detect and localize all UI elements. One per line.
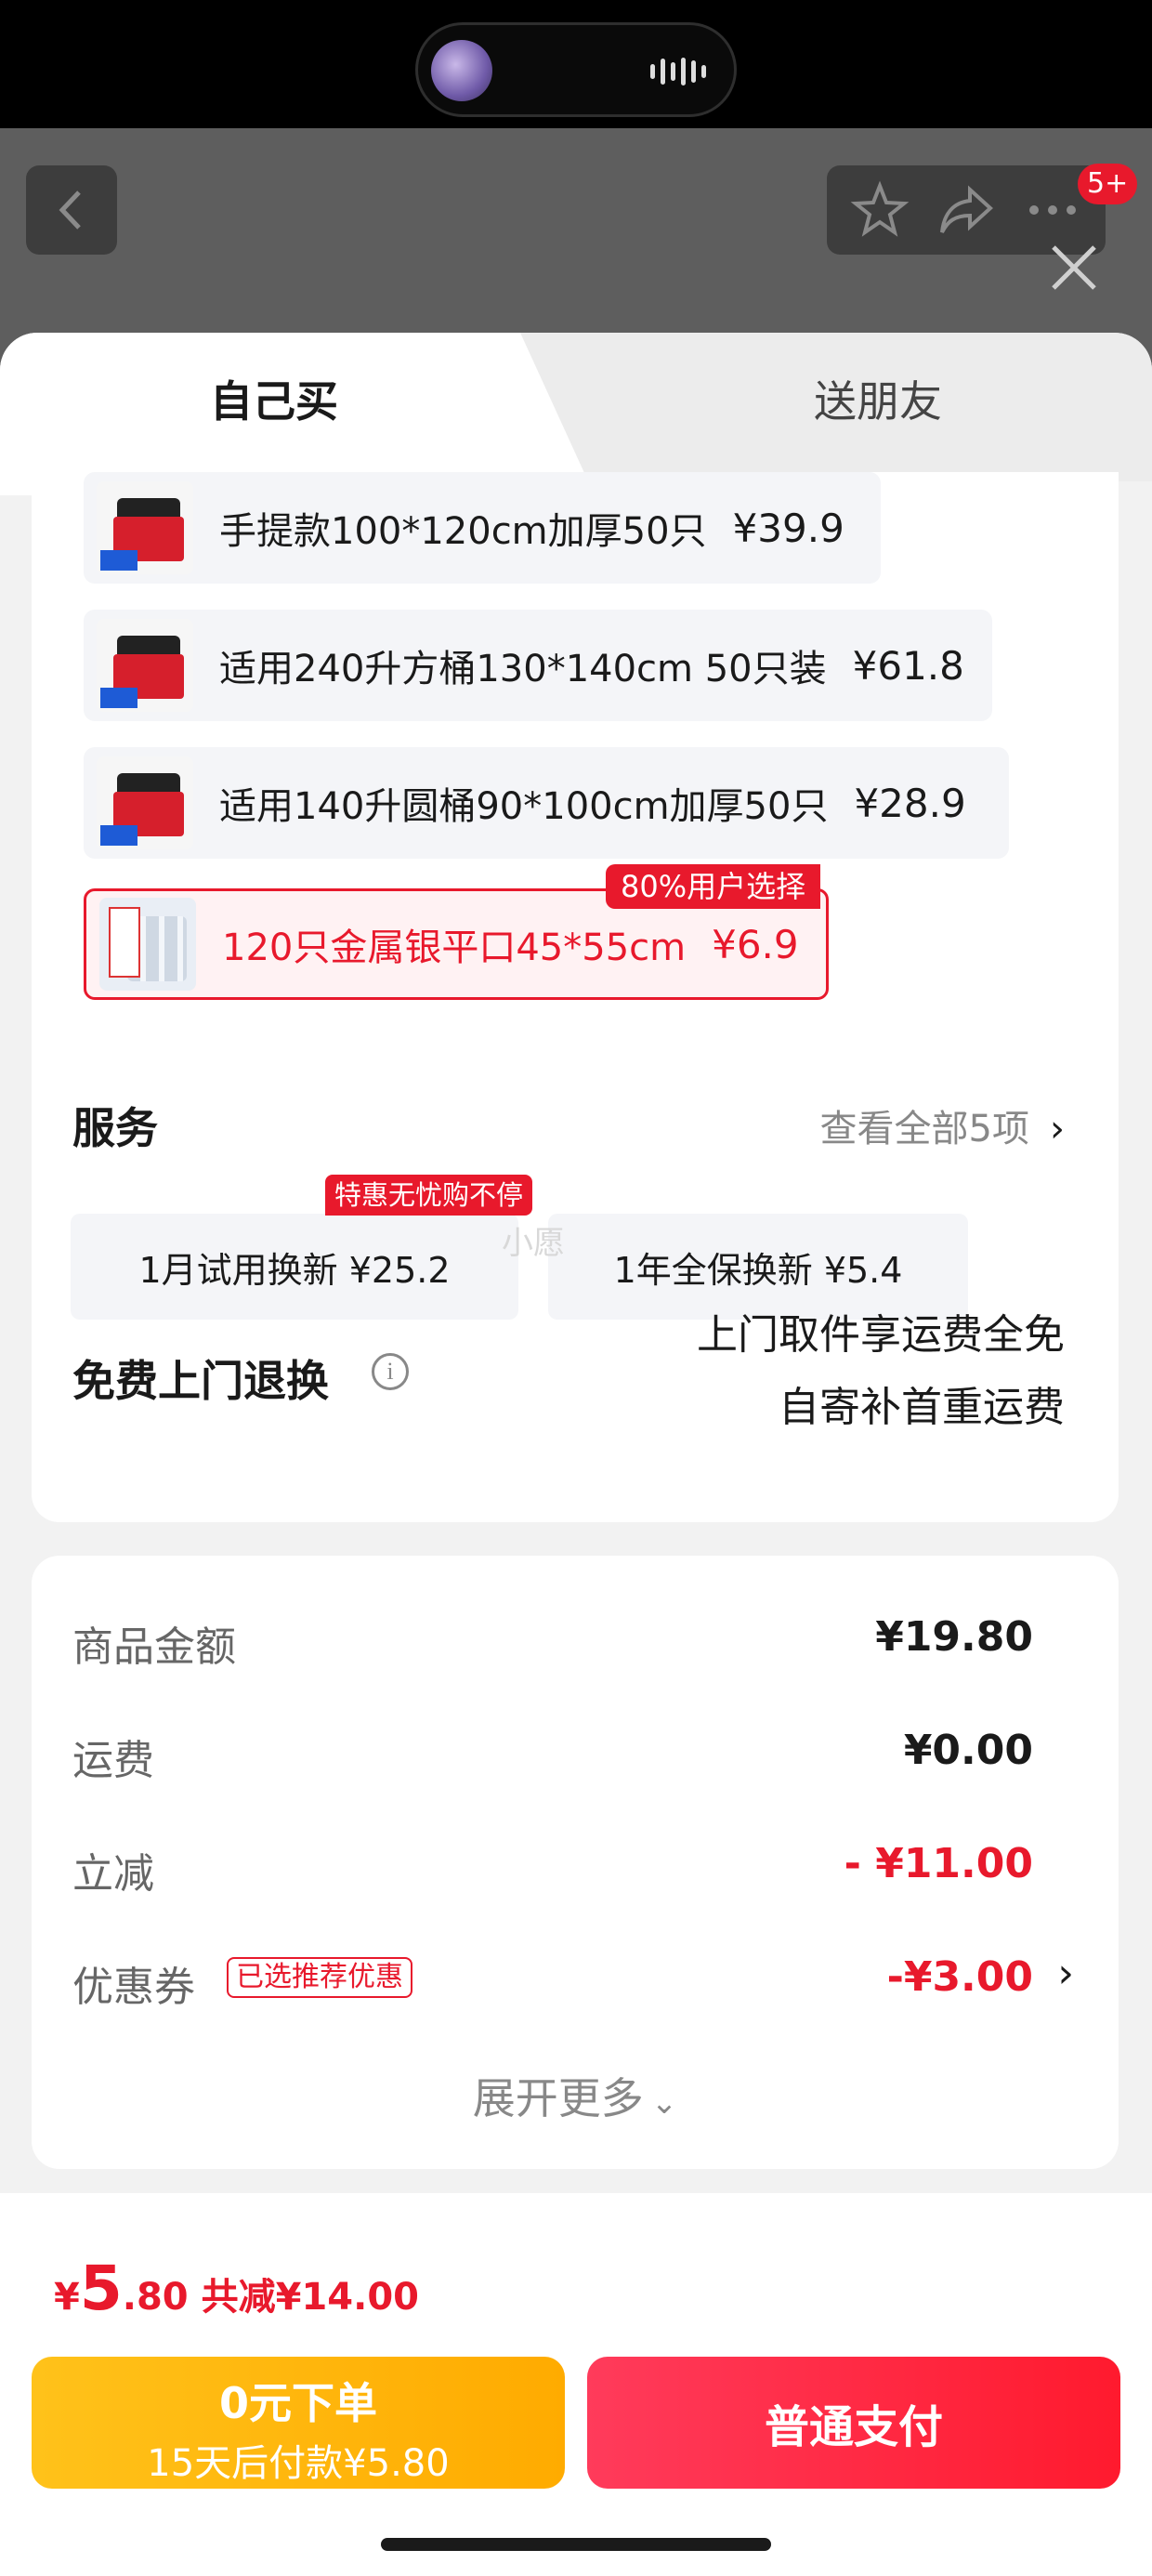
sku-thumbnail — [99, 898, 196, 991]
chevron-down-icon: ⌄ — [650, 2084, 678, 2122]
sku-price: ¥6.9 — [712, 921, 799, 967]
normal-pay-button[interactable]: 普通支付 — [587, 2357, 1120, 2489]
tab-self-buy-label[interactable]: 自己买 — [0, 368, 548, 429]
star-icon[interactable] — [850, 180, 910, 240]
free-return-title: 免费上门退换 — [72, 1356, 329, 1406]
view-all-label: 查看全部5项 — [819, 1108, 1029, 1150]
status-bar — [0, 0, 1152, 128]
sku-option[interactable]: 手提款100*120cm加厚50只 ¥39.9 — [84, 472, 881, 584]
currency-symbol: ¥ — [54, 2276, 80, 2319]
sku-thumbnail — [97, 619, 193, 712]
sku-option[interactable]: 适用140升圆桶90*100cm加厚50只 ¥28.9 — [84, 747, 1009, 859]
total-dec: .80 — [122, 2276, 189, 2319]
zero-order-title: 0元下单 — [218, 2378, 377, 2428]
goods-amount-value: ¥19.80 — [875, 1613, 1033, 1661]
more-icon[interactable] — [1023, 180, 1082, 240]
sku-label: 适用140升圆桶90*100cm加厚50只 — [219, 785, 829, 828]
total-int: 5 — [79, 2253, 123, 2324]
checkout-sheet: 自己买 送朋友 手提款100*120cm加厚50只 ¥39.9 适用240升方桶… — [0, 333, 1152, 2576]
zero-yuan-order-button[interactable]: 0元下单 15天后付款¥5.80 — [32, 2357, 565, 2489]
sku-thumbnail — [97, 481, 193, 574]
sku-price: ¥28.9 — [854, 780, 966, 826]
info-icon[interactable]: i — [372, 1353, 409, 1390]
service-chip[interactable]: 1月试用换新 ¥25.2 — [71, 1214, 518, 1320]
dynamic-island — [415, 22, 737, 117]
back-button[interactable] — [26, 165, 117, 255]
shipping-value: ¥0.00 — [903, 1727, 1033, 1774]
discount-value: - ¥11.00 — [844, 1840, 1033, 1887]
goods-amount-label: 商品金额 — [72, 1623, 236, 1671]
notification-badge: 5+ — [1078, 164, 1138, 204]
sku-thumbnail — [97, 756, 193, 849]
home-indicator[interactable] — [381, 2538, 771, 2551]
sku-price: ¥39.9 — [732, 505, 844, 551]
sku-label: 适用240升方桶130*140cm 50只装 — [219, 648, 827, 690]
chevron-left-icon — [59, 191, 81, 230]
price-summary-card: 商品金额 ¥19.80 运费 ¥0.00 立减 - ¥11.00 优惠券 已选推… — [32, 1556, 1119, 2169]
chevron-right-icon: › — [1050, 1108, 1065, 1150]
expand-more-label: 展开更多 — [472, 2073, 644, 2123]
free-return-line1: 上门取件享运费全免 — [697, 1311, 1065, 1359]
purchase-tabs: 自己买 送朋友 — [0, 333, 1152, 495]
checkout-bar: ¥5.80 共减¥14.00 0元下单 15天后付款¥5.80 普通支付 — [0, 2193, 1152, 2576]
tab-gift-friend[interactable]: 送朋友 — [706, 368, 1050, 429]
total-price: ¥5.80 共减¥14.00 — [54, 2253, 419, 2324]
watermark: 小愿 — [502, 1225, 565, 1262]
sku-price: ¥61.8 — [852, 642, 964, 689]
total-savings: 共减¥14.00 — [201, 2276, 419, 2319]
zero-order-subtitle: 15天后付款¥5.80 — [147, 2442, 450, 2485]
discount-label: 立减 — [72, 1850, 154, 1898]
services-title: 服务 — [72, 1103, 158, 1153]
service-promo-tag: 特惠无忧购不停 — [325, 1175, 533, 1216]
close-icon[interactable] — [1046, 240, 1102, 296]
coupon-value[interactable]: -¥3.00 — [887, 1953, 1033, 2001]
expand-more-button[interactable]: 展开更多 ⌄ — [32, 2065, 1119, 2126]
view-all-services-link[interactable]: 查看全部5项 › — [820, 1098, 1065, 1152]
sku-label: 120只金属银平口45*55cm — [222, 927, 687, 969]
free-return-line2: 自寄补首重运费 — [779, 1384, 1065, 1431]
sku-label: 手提款100*120cm加厚50只 — [219, 510, 707, 553]
chevron-right-icon[interactable]: › — [1057, 1950, 1074, 1997]
popular-choice-badge: 80%用户选择 — [606, 864, 821, 909]
audio-wave-icon — [650, 57, 706, 86]
shipping-label: 运费 — [72, 1737, 154, 1784]
share-icon[interactable] — [936, 180, 996, 240]
coupon-recommend-badge: 已选推荐优惠 — [227, 1957, 412, 1998]
now-playing-artwork — [431, 40, 492, 101]
sku-option[interactable]: 适用240升方桶130*140cm 50只装 ¥61.8 — [84, 610, 992, 721]
options-card: 手提款100*120cm加厚50只 ¥39.9 适用240升方桶130*140c… — [32, 472, 1119, 1522]
free-return-desc: 上门取件享运费全免 自寄补首重运费 — [697, 1299, 1065, 1444]
coupon-label: 优惠券 — [72, 1964, 195, 2011]
